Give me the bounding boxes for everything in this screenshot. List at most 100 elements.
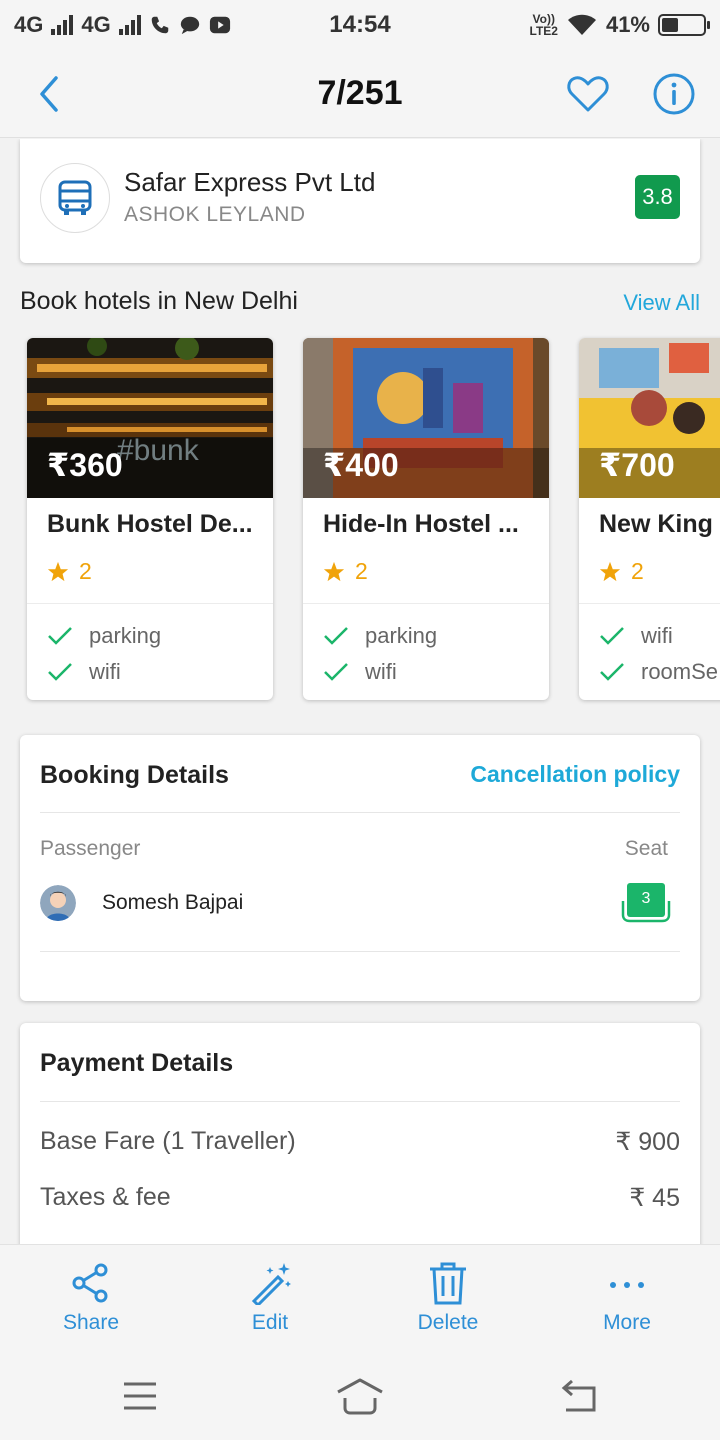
magic-wand-icon: [251, 1263, 291, 1305]
star-icon: [323, 561, 345, 581]
fare-value: ₹ 900: [615, 1128, 680, 1156]
check-icon: [48, 627, 72, 645]
amenity-label: wifi: [365, 659, 397, 684]
check-icon: [600, 663, 624, 681]
back-icon[interactable]: [556, 1376, 604, 1416]
view-all-link[interactable]: View All: [623, 290, 700, 316]
operator-card[interactable]: Safar Express Pvt Ltd ASHOK LEYLAND 3.8: [20, 139, 700, 263]
passenger-header: Passenger: [40, 837, 141, 860]
seat-number: 3: [641, 890, 651, 907]
avatar: [40, 885, 76, 921]
divider: [579, 603, 720, 604]
booking-details-card: Booking Details Cancellation policy Pass…: [20, 735, 700, 1001]
hotel-card[interactable]: ₹400 Hide-In Hostel ... 2 parking wifi: [303, 338, 549, 700]
more-button[interactable]: More: [557, 1261, 697, 1347]
divider: [303, 603, 549, 604]
amenity-item: roomSe: [599, 659, 718, 685]
bus-icon: [40, 163, 110, 233]
top-app-bar: 7/251: [0, 50, 720, 138]
battery-fill: [662, 18, 679, 32]
hotel-name: New King I: [599, 510, 720, 538]
passenger-name: Somesh Bajpai: [102, 891, 244, 914]
battery-icon: [658, 14, 710, 36]
share-icon: [72, 1263, 108, 1303]
seat-icon: 3: [620, 881, 672, 925]
seat-header: Seat: [624, 837, 668, 860]
edit-button[interactable]: Edit: [200, 1261, 340, 1347]
cancellation-policy-link[interactable]: Cancellation policy: [470, 761, 680, 788]
amenity-item: parking: [47, 623, 161, 649]
amenity-item: wifi: [599, 623, 673, 649]
check-icon: [48, 663, 72, 681]
bus-model: ASHOK LEYLAND: [124, 203, 306, 226]
hotels-section-title: Book hotels in New Delhi: [20, 287, 298, 315]
check-icon: [324, 627, 348, 645]
message-icon: [180, 16, 199, 35]
amenity-label: roomSe: [641, 659, 719, 684]
payment-details-card: Payment Details Base Fare (1 Traveller) …: [20, 1023, 700, 1244]
page-title: 7/251: [317, 74, 403, 112]
share-label: Share: [62, 1311, 120, 1334]
booking-title: Booking Details: [40, 761, 229, 789]
hotel-price: ₹700: [599, 447, 675, 483]
amenity-item: parking: [323, 623, 437, 649]
edit-label: Edit: [251, 1311, 289, 1334]
home-icon[interactable]: [336, 1376, 384, 1416]
divider: [27, 603, 273, 604]
youtube-icon: [209, 16, 230, 34]
signal-icon: [51, 15, 74, 35]
star-icon: [599, 561, 621, 581]
divider: [40, 1101, 680, 1102]
amenity-label: parking: [365, 623, 438, 648]
payment-title: Payment Details: [40, 1049, 234, 1077]
check-icon: [324, 663, 348, 681]
scroll-content[interactable]: Safar Express Pvt Ltd ASHOK LEYLAND 3.8 …: [0, 139, 720, 1244]
amenity-label: wifi: [641, 623, 673, 648]
hotel-rating: 2: [599, 558, 644, 585]
taxes-label: Taxes & fee: [40, 1183, 171, 1211]
status-bar: 4G 4G 14:54 Vo)) LTE2 41%: [0, 0, 720, 50]
hotel-stars: 2: [631, 558, 644, 584]
network-type-2: 4G: [81, 12, 111, 37]
divider: [40, 951, 680, 952]
hotel-price: ₹360: [47, 447, 123, 483]
amenity-item: wifi: [47, 659, 121, 685]
hotel-card[interactable]: #bunk ₹360 Bunk Hostel De... 2 parking w…: [27, 338, 273, 700]
share-button[interactable]: Share: [21, 1261, 161, 1347]
signal-icon: [118, 15, 141, 35]
wifi-icon: [567, 14, 596, 35]
check-icon: [600, 627, 624, 645]
volte-indicator: Vo)) LTE2: [530, 13, 558, 37]
heart-icon[interactable]: [566, 72, 610, 116]
info-icon[interactable]: [652, 72, 696, 116]
amenity-label: parking: [89, 623, 162, 648]
taxes-value: ₹ 45: [629, 1184, 680, 1212]
volte-bottom-label: LTE2: [529, 24, 558, 38]
system-navigation-bar: [0, 1354, 720, 1440]
delete-button[interactable]: Delete: [378, 1261, 518, 1347]
call-icon: [151, 16, 168, 34]
amenity-label: wifi: [89, 659, 121, 684]
menu-icon[interactable]: [116, 1376, 164, 1416]
hotel-card[interactable]: ₹700 New King I 2 wifi roomSe: [579, 338, 720, 700]
more-dots-icon: [610, 1282, 644, 1288]
bottom-action-bar: Share Edit Delete More: [0, 1244, 720, 1354]
trash-icon: [430, 1262, 466, 1305]
system-indicators: Vo)) LTE2 41%: [530, 12, 710, 38]
hotel-name: Hide-In Hostel ...: [323, 510, 519, 538]
hotel-price: ₹400: [323, 447, 399, 483]
battery-percent: 41%: [605, 12, 650, 37]
more-label: More: [603, 1311, 651, 1334]
hotel-stars: 2: [355, 558, 368, 584]
star-icon: [47, 561, 69, 581]
delete-label: Delete: [417, 1311, 479, 1334]
hotel-stars: 2: [79, 558, 92, 584]
fare-label: Base Fare (1 Traveller): [40, 1127, 296, 1155]
rating-badge: 3.8: [635, 175, 680, 219]
hotel-rating: 2: [47, 558, 92, 585]
hotel-name: Bunk Hostel De...: [47, 510, 253, 538]
operator-name: Safar Express Pvt Ltd: [124, 167, 376, 197]
divider: [40, 812, 680, 813]
hotel-rating: 2: [323, 558, 368, 585]
network-type-1: 4G: [14, 12, 44, 37]
